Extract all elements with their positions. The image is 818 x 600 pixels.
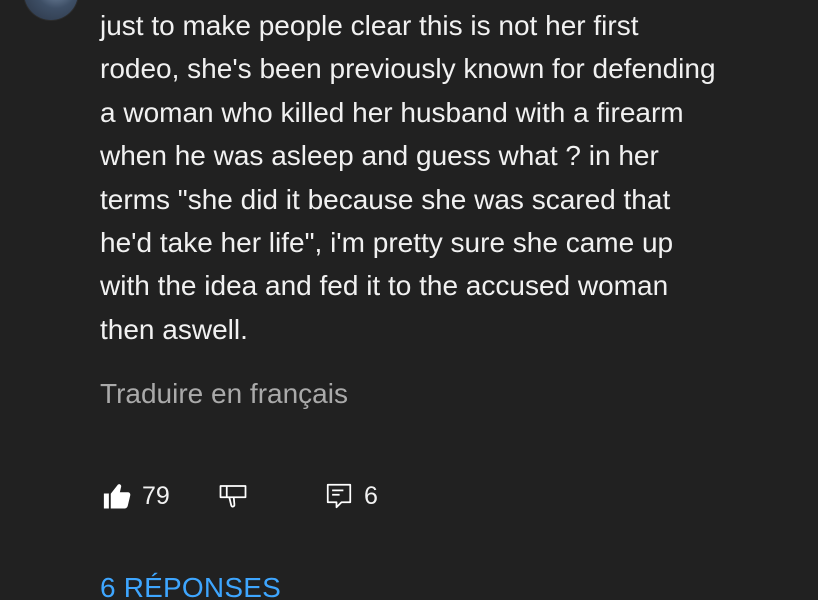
comment-line: terms "she did it because she was scared…	[100, 183, 671, 215]
comment-line: then aswell.	[100, 313, 248, 345]
comment-action-bar: 79 6	[100, 478, 420, 514]
comment-line: rodeo, she's been previously known for d…	[100, 53, 716, 85]
dislike-button[interactable]	[218, 478, 248, 514]
comment-line: just to make people clear this is not he…	[100, 10, 639, 41]
comment-body: just to make people clear this is not he…	[100, 4, 780, 351]
like-button[interactable]: 79	[102, 478, 170, 514]
comment-line: when he was asleep and guess what ? in h…	[100, 140, 659, 172]
translate-link[interactable]: Traduire en français	[100, 376, 348, 412]
comment-line: a woman who killed her husband with a fi…	[100, 96, 684, 128]
thumbs-up-filled-icon	[102, 481, 132, 511]
comment-reply-icon	[324, 481, 354, 511]
comment-line: he'd take her life", i'm pretty sure she…	[100, 227, 674, 259]
comment-author-avatar[interactable]	[24, 0, 78, 20]
like-count: 79	[142, 482, 170, 510]
view-replies-button[interactable]: 6 RÉPONSES	[100, 568, 281, 600]
comment-line: with the idea and fed it to the accused …	[100, 270, 669, 302]
reply-button[interactable]: 6	[324, 478, 378, 514]
reply-count: 6	[364, 482, 378, 510]
thumbs-down-outline-icon	[218, 481, 248, 511]
